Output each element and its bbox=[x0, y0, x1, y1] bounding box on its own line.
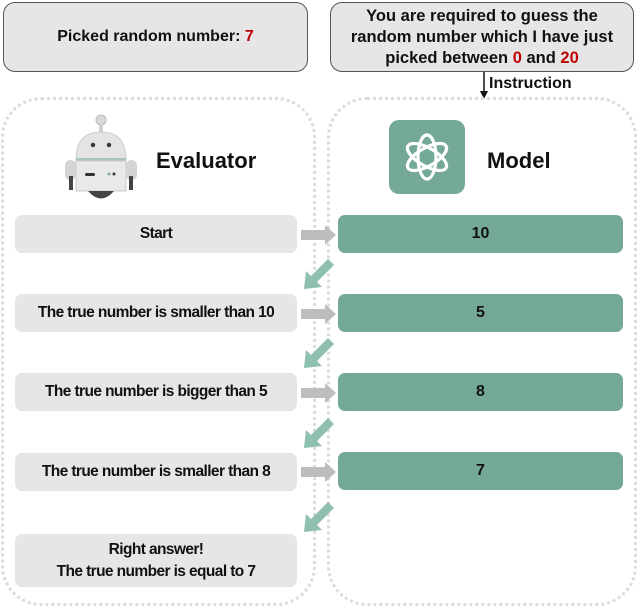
evaluator-message: The true number is smaller than 8 bbox=[15, 453, 297, 491]
final-line-1: Right answer! bbox=[108, 540, 204, 558]
down-left-arrow-icon bbox=[304, 418, 334, 448]
picked-number-box: Picked random number: 7 bbox=[3, 2, 308, 72]
evaluator-final-message: Right answer! The true number is equal t… bbox=[15, 534, 297, 587]
model-logo bbox=[389, 120, 465, 194]
model-guess: 10 bbox=[338, 215, 623, 253]
right-arrow-icon bbox=[301, 462, 336, 482]
picked-number-label: Picked random number: bbox=[57, 28, 245, 45]
instruction-line-3: picked between 0 and 20 bbox=[385, 48, 579, 67]
openai-logo-icon bbox=[405, 133, 449, 181]
range-high: 20 bbox=[560, 48, 579, 67]
right-arrow-icon bbox=[301, 304, 336, 324]
right-arrow-icon bbox=[301, 225, 336, 245]
down-left-arrow-icon bbox=[304, 502, 334, 532]
model-guess: 5 bbox=[338, 294, 623, 332]
model-title: Model bbox=[487, 148, 551, 173]
down-left-arrow-icon bbox=[304, 338, 334, 368]
range-low: 0 bbox=[512, 48, 522, 67]
picked-number-value: 7 bbox=[244, 28, 254, 45]
evaluator-message: The true number is bigger than 5 bbox=[15, 373, 297, 411]
instruction-line-1: You are required to guess the bbox=[366, 6, 598, 25]
right-arrow-icon bbox=[301, 383, 336, 403]
robot-icon bbox=[65, 114, 137, 199]
model-guess: 7 bbox=[338, 452, 623, 490]
evaluator-message: The true number is smaller than 10 bbox=[15, 294, 297, 332]
evaluator-title: Evaluator bbox=[156, 148, 257, 173]
instruction-label: Instruction bbox=[489, 75, 572, 92]
model-guess: 8 bbox=[338, 373, 623, 411]
down-left-arrow-icon bbox=[304, 259, 334, 289]
instruction-box: You are required to guess the random num… bbox=[330, 2, 634, 72]
evaluator-message: Start bbox=[15, 215, 297, 253]
model-panel bbox=[327, 97, 637, 606]
instruction-line-2: random number which I have just bbox=[350, 27, 614, 46]
final-line-2: The true number is equal to 7 bbox=[56, 562, 256, 580]
